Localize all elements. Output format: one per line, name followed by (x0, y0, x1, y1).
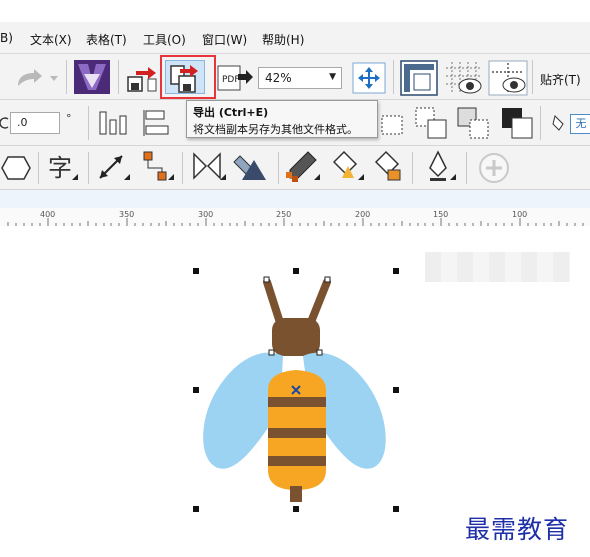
text-tool-icon[interactable]: 字 (46, 152, 80, 184)
watermark-text: 最需教育 (465, 515, 570, 544)
rotation-angle-value: .0 (17, 116, 28, 129)
publish-pdf-icon[interactable]: PDF (216, 62, 254, 94)
toolbar-separator (540, 106, 541, 140)
fill-bucket-icon[interactable] (552, 114, 566, 132)
svg-text:PDF: PDF (222, 75, 240, 85)
toolbar-separator (66, 60, 67, 94)
angle-unit: ° (66, 112, 72, 125)
smart-fill-icon[interactable] (370, 150, 406, 184)
svg-text:字: 字 (48, 154, 72, 182)
connector-tool-icon[interactable] (140, 150, 174, 184)
rulers-icon[interactable] (400, 60, 438, 96)
menu-item-partial[interactable]: B) (0, 31, 13, 45)
toolbar-separator (182, 152, 183, 184)
menu-item-table[interactable]: 表格(T) (86, 31, 127, 48)
ruler-tick-label: 350 (119, 210, 135, 219)
add-tool-icon[interactable] (478, 152, 510, 184)
fill-none-label[interactable]: 无 (570, 114, 590, 134)
ruler-tick-label: 100 (512, 210, 528, 219)
toolbar-separator (38, 152, 39, 184)
rotate-icon (0, 116, 10, 130)
toolbar-separator (88, 152, 89, 184)
toolbar-separator (412, 152, 413, 184)
tooltip-description: 将文档副本另存为其他文件格式。 (193, 123, 358, 136)
ruler-tick-label: 150 (433, 210, 449, 219)
back-minus-front-icon[interactable] (500, 106, 534, 140)
grid-icon[interactable] (444, 60, 484, 96)
redo-icon[interactable] (14, 66, 58, 90)
chevron-down-icon: ▼ (329, 72, 336, 82)
zoom-level-select[interactable]: 42% ▼ (258, 67, 342, 89)
ruler-scale (0, 208, 590, 227)
simplify-icon[interactable] (414, 106, 448, 140)
ruler-tick-label: 300 (198, 210, 214, 219)
menu-item-tools[interactable]: 工具(O) (143, 31, 186, 48)
horizontal-ruler: 400 350 300 250 200 150 100 (0, 190, 590, 227)
full-screen-icon[interactable] (352, 62, 386, 94)
toolbar-separator (532, 60, 533, 94)
menu-bar: B) 文本(X) 表格(T) 工具(O) 窗口(W) 帮助(H) (0, 22, 590, 54)
interactive-fill-icon[interactable] (328, 150, 364, 184)
ruler-header-strip (0, 190, 590, 209)
window-top-strip (0, 0, 590, 22)
menu-item-window[interactable]: 窗口(W) (202, 31, 247, 48)
toolbar-separator (118, 60, 119, 94)
tooltip-title: 导出 (Ctrl+E) (193, 106, 269, 119)
launcher-icon[interactable] (74, 60, 110, 94)
front-minus-back-icon[interactable] (456, 106, 490, 140)
color-eyedropper-icon[interactable] (284, 150, 320, 184)
intersect-icon[interactable] (378, 106, 406, 138)
ruler-tick-label: 200 (355, 210, 371, 219)
snap-to-label[interactable]: 贴齐(T) (540, 71, 581, 88)
menu-item-help[interactable]: 帮助(H) (262, 31, 304, 48)
menu-item-text[interactable]: 文本(X) (30, 31, 72, 48)
guidelines-icon[interactable] (488, 60, 528, 96)
export-tooltip: 导出 (Ctrl+E) 将文档副本另存为其他文件格式。 (186, 100, 378, 138)
zoom-value: 42% (265, 71, 292, 85)
export-highlight-box (160, 55, 216, 99)
ruler-tick-label: 400 (40, 210, 56, 219)
align-left-icon[interactable] (142, 108, 172, 138)
import-icon[interactable] (126, 63, 158, 95)
blend-tool-icon[interactable] (190, 150, 226, 184)
pen-outline-icon[interactable] (422, 150, 458, 184)
align-bottom-icon[interactable] (98, 108, 130, 138)
rotation-angle-field[interactable]: .0 (10, 112, 60, 134)
toolbar-separator (466, 152, 467, 184)
ruler-tick-label: 250 (276, 210, 292, 219)
polygon-tool-icon[interactable] (0, 153, 32, 183)
dimension-tool-icon[interactable] (96, 150, 132, 184)
transparency-tool-icon[interactable] (232, 150, 272, 184)
toolbar-separator (393, 60, 394, 94)
blurred-region (425, 252, 570, 282)
toolbar-separator (88, 106, 89, 140)
toolbar-separator (278, 152, 279, 184)
